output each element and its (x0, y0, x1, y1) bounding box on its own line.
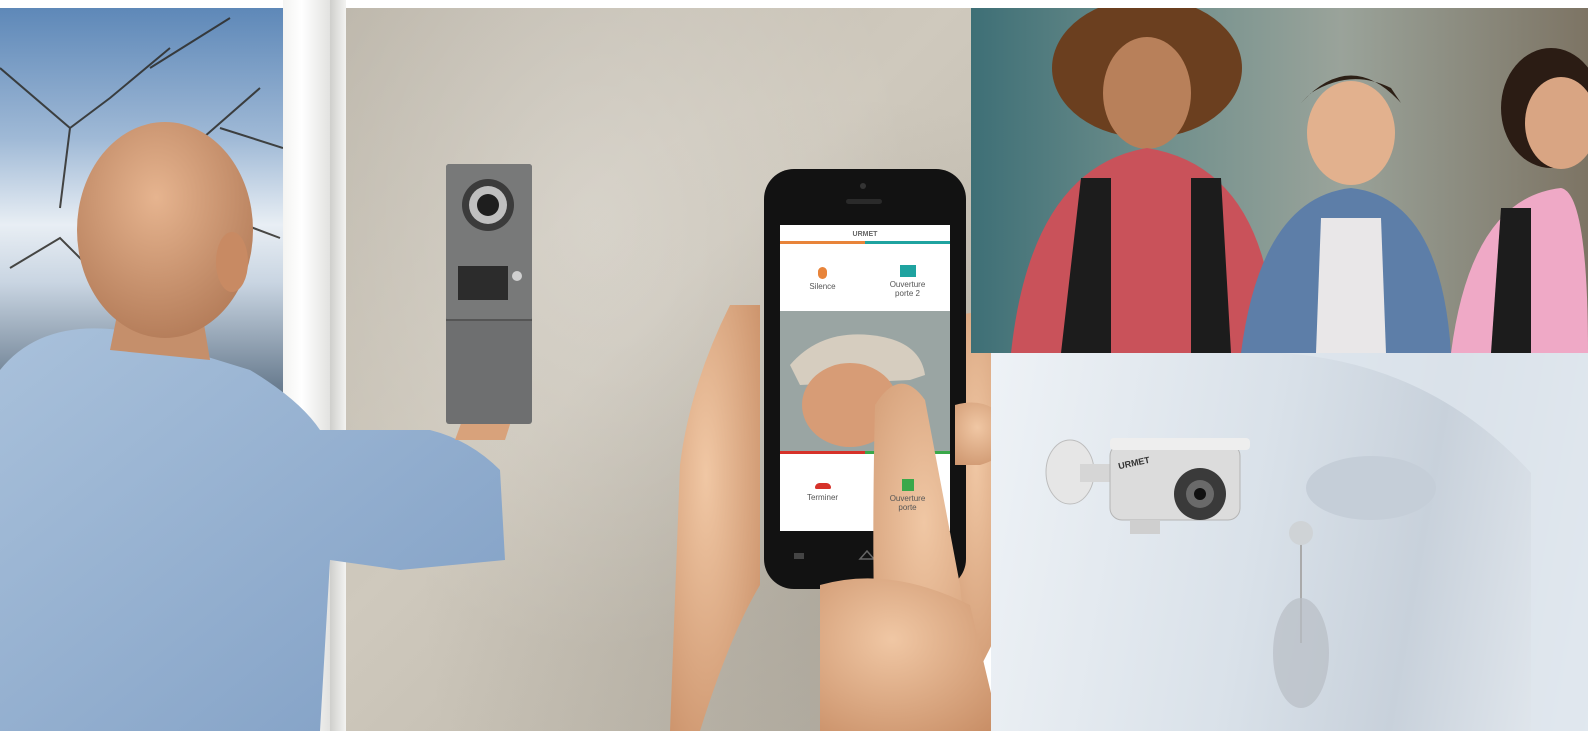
silence-button[interactable]: Silence (780, 245, 865, 311)
phone-app-ui: URMET Silence Ouverture porte 2 Terminer… (780, 229, 950, 535)
call-button[interactable] (512, 271, 522, 281)
microphone-muted-icon (818, 267, 827, 279)
open-door-2-button[interactable]: Ouverture porte 2 (865, 245, 950, 311)
door-intercom-panel (446, 164, 532, 424)
phone-hangup-icon (814, 483, 831, 489)
open-door-button[interactable]: Ouverture porte (865, 457, 950, 535)
silence-label: Silence (809, 282, 836, 291)
door-open-icon (901, 479, 914, 491)
product-collage: URMET Silence Ouverture porte 2 Terminer… (0, 0, 1588, 731)
hang-up-label: Terminer (806, 493, 839, 502)
open-door-label: Ouverture porte (889, 494, 926, 512)
open-door-2-label: Ouverture porte 2 (889, 280, 926, 298)
children-with-backpacks-photo (971, 8, 1588, 353)
name-tag-window (458, 266, 508, 300)
door-open-icon (899, 265, 916, 277)
cctv-bullet-camera (1045, 438, 1250, 534)
hang-up-button[interactable]: Terminer (780, 457, 865, 535)
app-brand-logo: URMET (852, 231, 878, 238)
